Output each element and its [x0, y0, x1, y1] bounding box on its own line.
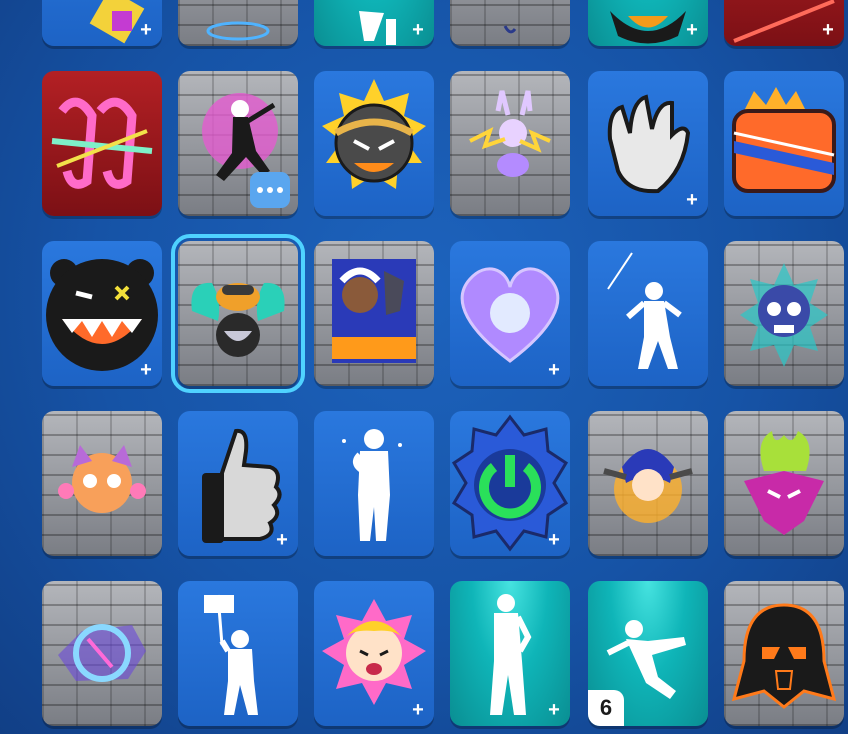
locker-item[interactable]	[724, 411, 844, 556]
add-icon: +	[822, 19, 834, 41]
locker-item[interactable]	[724, 71, 844, 216]
flame-demon-icon	[724, 411, 844, 556]
more-options-button[interactable]: •••	[250, 172, 290, 208]
locker-item[interactable]: +	[450, 241, 570, 386]
locker-item[interactable]	[314, 71, 434, 216]
locker-item[interactable]: +	[588, 71, 708, 216]
locker-item[interactable]	[588, 411, 708, 556]
locker-item[interactable]: +	[588, 0, 708, 46]
locker-item[interactable]	[724, 241, 844, 386]
add-icon: +	[140, 19, 152, 41]
spiky-bomb-face-icon	[314, 71, 434, 216]
partial-spray-icon	[178, 0, 298, 46]
dancer-emote-icon	[588, 241, 708, 386]
add-icon: +	[548, 529, 560, 551]
locker-item[interactable]: +	[42, 241, 162, 386]
locker-item[interactable]: +	[450, 411, 570, 556]
faces-poster-icon	[314, 241, 434, 386]
locker-item[interactable]	[42, 581, 162, 726]
locker-item[interactable]: 6	[588, 581, 708, 726]
muscle-monkey-icon	[178, 241, 298, 386]
locker-item-selected[interactable]	[171, 234, 305, 393]
locker-item[interactable]: +	[42, 0, 162, 46]
cough-emote-icon	[314, 411, 434, 556]
locker-item[interactable]	[314, 411, 434, 556]
locker-item[interactable]	[178, 0, 298, 46]
add-icon: +	[412, 19, 424, 41]
locker-item[interactable]: +	[724, 0, 844, 46]
add-icon: +	[412, 699, 424, 721]
locker-item[interactable]: +	[178, 411, 298, 556]
locker-item[interactable]	[42, 71, 162, 216]
locker-item[interactable]	[42, 411, 162, 556]
gg-crown-icon	[724, 71, 844, 216]
anime-gunner-icon	[588, 411, 708, 556]
skull-badge-icon	[724, 241, 844, 386]
locker-item[interactable]: +	[450, 581, 570, 726]
locker-item[interactable]: •••	[178, 71, 298, 216]
partial-spray-icon	[450, 0, 570, 46]
locker-item[interactable]	[724, 581, 844, 726]
locker-item[interactable]: +	[314, 0, 434, 46]
locker-item[interactable]	[450, 0, 570, 46]
locker-item[interactable]	[588, 241, 708, 386]
add-icon: +	[140, 359, 152, 381]
add-icon: +	[548, 699, 560, 721]
add-icon: +	[276, 529, 288, 551]
quantity-badge: 6	[588, 690, 624, 726]
electric-bunny-icon	[450, 71, 570, 216]
locker-item[interactable]	[314, 241, 434, 386]
add-icon: +	[686, 19, 698, 41]
flag-wave-emote-icon	[178, 581, 298, 726]
add-icon: +	[548, 359, 560, 381]
cat-clown-icon	[42, 411, 162, 556]
darth-vader-icon	[724, 581, 844, 726]
neon-helmet-icon	[42, 581, 162, 726]
locker-item[interactable]	[450, 71, 570, 216]
add-icon: +	[686, 189, 698, 211]
locker-item[interactable]: +	[314, 581, 434, 726]
gg-graffiti-icon	[42, 71, 162, 216]
locker-item[interactable]	[178, 581, 298, 726]
